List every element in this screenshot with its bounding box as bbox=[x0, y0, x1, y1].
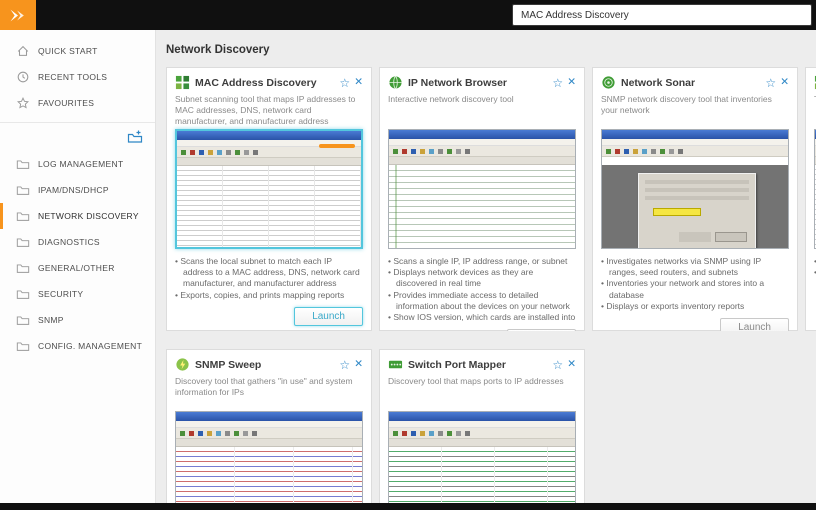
bullet-item: Inventories your network and stores into… bbox=[601, 278, 789, 300]
close-icon[interactable]: ✕ bbox=[567, 359, 576, 370]
sidebar-item-label: QUICK START bbox=[38, 46, 98, 56]
tool-title: MAC Address Discovery bbox=[195, 77, 334, 89]
folder-icon bbox=[16, 261, 30, 275]
sidebar: QUICK START RECENT TOOLS FAVOURITES LOG … bbox=[0, 30, 156, 503]
tool-card-switch-port-mapper: Switch Port Mapper ☆ ✕ Discovery tool th… bbox=[379, 349, 585, 503]
tool-card-partial: ☆ ✕ Too use Scan Exp deli gen Launch bbox=[805, 67, 816, 331]
sidebar-item-favourites[interactable]: FAVOURITES bbox=[0, 90, 155, 116]
snmp-sweep-tool-icon bbox=[175, 357, 190, 372]
folder-icon bbox=[16, 209, 30, 223]
tool-card-mac-address-discovery: MAC Address Discovery ☆ ✕ Subnet scannin… bbox=[166, 67, 372, 331]
bullet-item: Investigates networks via SNMP using IP … bbox=[601, 256, 789, 278]
feature-list: Investigates networks via SNMP using IP … bbox=[601, 256, 789, 312]
sidebar-item-label: NETWORK DISCOVERY bbox=[38, 211, 139, 221]
bullet-item: Exports, copies, and prints mapping repo… bbox=[175, 290, 363, 301]
feature-list: Scans the local subnet to match each IP … bbox=[175, 256, 363, 301]
thumbnail-highlight bbox=[653, 208, 701, 216]
tool-screenshot[interactable] bbox=[388, 411, 576, 503]
close-icon[interactable]: ✕ bbox=[354, 77, 363, 88]
sidebar-item-security[interactable]: SECURITY bbox=[0, 281, 155, 307]
mac-discovery-tool-icon bbox=[175, 75, 190, 90]
sidebar-item-label: SNMP bbox=[38, 315, 64, 325]
tool-title: IP Network Browser bbox=[408, 77, 547, 89]
sidebar-item-label: SECURITY bbox=[38, 289, 83, 299]
favorite-star-icon[interactable]: ☆ bbox=[339, 77, 350, 89]
close-icon[interactable]: ✕ bbox=[780, 77, 789, 88]
sidebar-item-label: IPAM/DNS/DHCP bbox=[38, 185, 109, 195]
sidebar-item-label: RECENT TOOLS bbox=[38, 72, 107, 82]
tool-title: SNMP Sweep bbox=[195, 359, 334, 371]
favorite-star-icon[interactable]: ☆ bbox=[765, 77, 776, 89]
bullet-item: Show IOS version, which cards are instal… bbox=[388, 312, 576, 323]
sidebar-item-label: FAVOURITES bbox=[38, 98, 94, 108]
sidebar-item-log-management[interactable]: LOG MANAGEMENT bbox=[0, 151, 155, 177]
add-folder-icon[interactable] bbox=[127, 129, 143, 145]
tool-screenshot[interactable] bbox=[175, 129, 363, 249]
launch-button[interactable]: Launch bbox=[720, 318, 789, 331]
folder-icon bbox=[16, 287, 30, 301]
solarwinds-logo bbox=[0, 0, 36, 30]
switch-port-mapper-tool-icon bbox=[388, 357, 403, 372]
tool-card-ip-network-browser: IP Network Browser ☆ ✕ Interactive netwo… bbox=[379, 67, 585, 331]
ip-network-browser-tool-icon bbox=[388, 75, 403, 90]
window-bottom-edge bbox=[0, 503, 816, 510]
sidebar-item-diagnostics[interactable]: DIAGNOSTICS bbox=[0, 229, 155, 255]
folder-icon bbox=[16, 313, 30, 327]
solarwinds-logo-icon bbox=[8, 7, 28, 24]
bullet-item: Displays network devices as they are dis… bbox=[388, 267, 576, 289]
sidebar-item-network-discovery[interactable]: NETWORK DISCOVERY bbox=[0, 203, 155, 229]
tool-screenshot[interactable] bbox=[601, 129, 789, 249]
clock-icon bbox=[16, 70, 30, 84]
close-icon[interactable]: ✕ bbox=[567, 77, 576, 88]
tool-description: Subnet scanning tool that maps IP addres… bbox=[175, 94, 363, 127]
thumbnail-dialog bbox=[638, 173, 756, 249]
tool-description: Discovery tool that maps ports to IP add… bbox=[388, 376, 576, 409]
tool-screenshot[interactable] bbox=[388, 129, 576, 249]
tool-card-network-sonar: Network Sonar ☆ ✕ SNMP network discovery… bbox=[592, 67, 798, 331]
thumbnail-brand-mark bbox=[319, 144, 355, 148]
sidebar-divider bbox=[0, 122, 155, 123]
sidebar-item-label: CONFIG. MANAGEMENT bbox=[38, 341, 142, 351]
home-icon bbox=[16, 44, 30, 58]
sidebar-item-label: GENERAL/OTHER bbox=[38, 263, 115, 273]
folder-icon bbox=[16, 183, 30, 197]
launch-button[interactable]: Launch bbox=[294, 307, 363, 326]
sidebar-item-config-management[interactable]: CONFIG. MANAGEMENT bbox=[0, 333, 155, 359]
sidebar-item-general-other[interactable]: GENERAL/OTHER bbox=[0, 255, 155, 281]
tool-screenshot[interactable] bbox=[175, 411, 363, 503]
sidebar-item-label: DIAGNOSTICS bbox=[38, 237, 100, 247]
tool-title: Switch Port Mapper bbox=[408, 359, 547, 371]
favorite-star-icon[interactable]: ☆ bbox=[552, 77, 563, 89]
search-input[interactable] bbox=[512, 4, 812, 26]
favorite-star-icon[interactable]: ☆ bbox=[552, 359, 563, 371]
sidebar-item-quick-start[interactable]: QUICK START bbox=[0, 38, 155, 64]
folder-icon bbox=[16, 339, 30, 353]
bullet-item: Scans the local subnet to match each IP … bbox=[175, 256, 363, 290]
launch-button[interactable]: Launch bbox=[507, 329, 576, 331]
folder-icon bbox=[16, 235, 30, 249]
bullet-item: Displays or exports inventory reports bbox=[601, 301, 789, 312]
card-row-1: MAC Address Discovery ☆ ✕ Subnet scannin… bbox=[166, 67, 816, 331]
tool-description: SNMP network discovery tool that invento… bbox=[601, 94, 789, 127]
favorite-star-icon[interactable]: ☆ bbox=[339, 359, 350, 371]
network-sonar-tool-icon bbox=[601, 75, 616, 90]
top-bar bbox=[0, 0, 816, 30]
sidebar-item-recent-tools[interactable]: RECENT TOOLS bbox=[0, 64, 155, 90]
sidebar-item-label: LOG MANAGEMENT bbox=[38, 159, 123, 169]
tool-title: Network Sonar bbox=[621, 77, 760, 89]
sidebar-item-snmp[interactable]: SNMP bbox=[0, 307, 155, 333]
sidebar-item-ipam-dns-dhcp[interactable]: IPAM/DNS/DHCP bbox=[0, 177, 155, 203]
feature-list: Scans a single IP, IP address range, or … bbox=[388, 256, 576, 323]
tool-description: Discovery tool that gathers "in use" and… bbox=[175, 376, 363, 409]
close-icon[interactable]: ✕ bbox=[354, 359, 363, 370]
star-icon bbox=[16, 96, 30, 110]
page-title: Network Discovery bbox=[166, 44, 816, 56]
main-panel: Network Discovery MAC Address Discovery … bbox=[156, 30, 816, 503]
tool-card-snmp-sweep: SNMP Sweep ☆ ✕ Discovery tool that gathe… bbox=[166, 349, 372, 503]
tool-description: Interactive network discovery tool bbox=[388, 94, 576, 127]
folder-icon bbox=[16, 157, 30, 171]
bullet-item: Provides immediate access to detailed in… bbox=[388, 290, 576, 312]
bullet-item: Scans a single IP, IP address range, or … bbox=[388, 256, 576, 267]
card-row-2: SNMP Sweep ☆ ✕ Discovery tool that gathe… bbox=[166, 349, 816, 503]
